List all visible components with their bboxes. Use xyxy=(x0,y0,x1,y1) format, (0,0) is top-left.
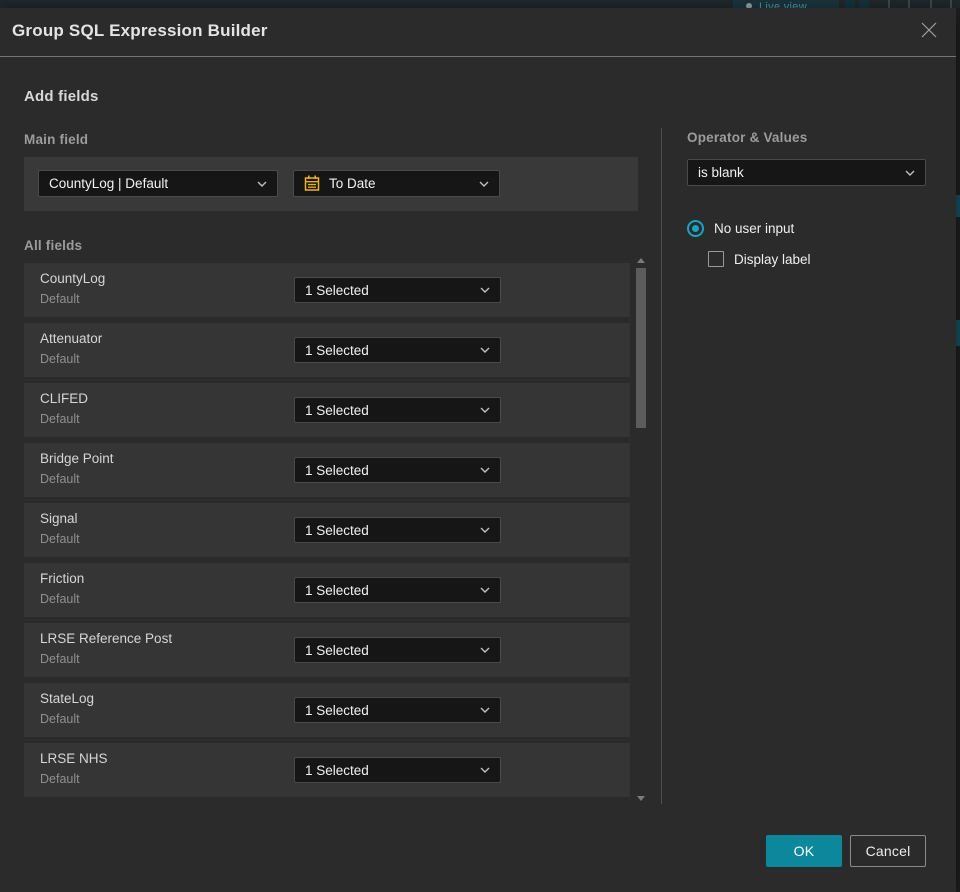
field-row: Signal Default 1 Selected xyxy=(24,503,630,557)
field-row: LRSE NHS Default 1 Selected xyxy=(24,743,630,797)
operator-values-heading: Operator & Values xyxy=(687,130,808,145)
date-type-select-value: To Date xyxy=(329,176,376,191)
chevron-down-icon xyxy=(480,707,490,713)
close-button[interactable] xyxy=(918,21,940,43)
field-selected-value: 1 Selected xyxy=(305,402,369,418)
date-type-select[interactable]: To Date xyxy=(293,170,500,197)
chevron-down-icon xyxy=(480,407,490,413)
field-row: Attenuator Default 1 Selected xyxy=(24,323,630,377)
field-selected-value: 1 Selected xyxy=(305,642,369,658)
field-subtitle: Default xyxy=(40,412,80,426)
chevron-down-icon xyxy=(480,587,490,593)
field-selected-value: 1 Selected xyxy=(305,582,369,598)
field-selected-value: 1 Selected xyxy=(305,522,369,538)
chevron-down-icon xyxy=(480,347,490,353)
field-row: CountyLog Default 1 Selected xyxy=(24,263,630,317)
field-subtitle: Default xyxy=(40,352,80,366)
dialog-title-bar: Group SQL Expression Builder xyxy=(0,8,956,57)
close-icon xyxy=(920,21,938,44)
no-user-input-label: No user input xyxy=(714,221,795,236)
field-name: CountyLog xyxy=(40,271,106,286)
live-view-button[interactable]: Live view xyxy=(733,0,839,8)
add-fields-heading: Add fields xyxy=(24,88,99,105)
field-selected-select[interactable]: 1 Selected xyxy=(294,697,501,723)
field-selected-value: 1 Selected xyxy=(305,762,369,778)
calendar-icon xyxy=(304,175,320,192)
operator-select[interactable]: is blank xyxy=(687,159,926,186)
field-subtitle: Default xyxy=(40,532,80,546)
chevron-down-icon xyxy=(480,767,490,773)
field-selected-select[interactable]: 1 Selected xyxy=(294,277,501,303)
field-name: Bridge Point xyxy=(40,451,114,466)
edge-fragment xyxy=(956,320,960,346)
chevron-down-icon xyxy=(479,181,489,187)
live-view-label: Live view xyxy=(759,1,807,8)
ok-button[interactable]: OK xyxy=(766,835,842,867)
edge-fragment xyxy=(956,195,960,217)
field-selected-value: 1 Selected xyxy=(305,702,369,718)
display-label-text: Display label xyxy=(734,251,811,267)
field-name: LRSE Reference Post xyxy=(40,631,173,646)
field-name: Attenuator xyxy=(40,331,103,346)
field-selected-select[interactable]: 1 Selected xyxy=(294,337,501,363)
field-selected-select[interactable]: 1 Selected xyxy=(294,457,501,483)
dialog-title: Group SQL Expression Builder xyxy=(12,21,268,40)
chevron-down-icon xyxy=(480,287,490,293)
operator-select-value: is blank xyxy=(698,165,744,180)
chevron-down-icon xyxy=(480,527,490,533)
toolbar-separator xyxy=(908,0,910,8)
cancel-button[interactable]: Cancel xyxy=(850,835,926,867)
screen: Live view Group SQL Expression Builder A… xyxy=(0,0,960,892)
field-row: LRSE Reference Post Default 1 Selected xyxy=(24,623,630,677)
field-name: LRSE NHS xyxy=(40,751,108,766)
field-subtitle: Default xyxy=(40,472,80,486)
scroll-down-button[interactable] xyxy=(635,794,647,802)
background-toolbar: Live view xyxy=(0,0,960,8)
scrollbar-thumb[interactable] xyxy=(636,268,646,428)
toolbar-separator xyxy=(930,0,932,8)
field-subtitle: Default xyxy=(40,292,80,306)
field-row: StateLog Default 1 Selected xyxy=(24,683,630,737)
field-row: CLIFED Default 1 Selected xyxy=(24,383,630,437)
field-selected-select[interactable]: 1 Selected xyxy=(294,517,501,543)
field-selected-value: 1 Selected xyxy=(305,282,369,298)
field-name: Signal xyxy=(40,511,78,526)
field-selected-value: 1 Selected xyxy=(305,462,369,478)
panel-divider xyxy=(661,128,662,804)
chevron-down-icon xyxy=(257,181,267,187)
chevron-down-icon xyxy=(480,467,490,473)
field-subtitle: Default xyxy=(40,712,80,726)
field-row: Friction Default 1 Selected xyxy=(24,563,630,617)
field-name: Friction xyxy=(40,571,85,586)
main-field-label: Main field xyxy=(24,132,89,147)
toolbar-fragment-icon xyxy=(845,0,855,8)
field-subtitle: Default xyxy=(40,592,80,606)
toolbar-separator xyxy=(950,0,952,8)
toolbar-separator xyxy=(888,0,890,8)
field-selected-select[interactable]: 1 Selected xyxy=(294,397,501,423)
chevron-down-icon xyxy=(480,647,490,653)
field-name: StateLog xyxy=(40,691,95,706)
field-subtitle: Default xyxy=(40,652,80,666)
field-selected-select[interactable]: 1 Selected xyxy=(294,577,501,603)
display-label-checkbox[interactable] xyxy=(708,251,724,267)
toolbar-fragment-icon xyxy=(859,0,869,8)
field-selected-select[interactable]: 1 Selected xyxy=(294,637,501,663)
group-sql-expression-builder-dialog: Group SQL Expression Builder Add fields … xyxy=(0,8,956,892)
scroll-up-button[interactable] xyxy=(635,256,647,264)
all-fields-label: All fields xyxy=(24,238,83,253)
no-user-input-radio[interactable] xyxy=(687,220,704,237)
main-field-select[interactable]: CountyLog | Default xyxy=(38,170,278,197)
no-user-input-option[interactable]: No user input xyxy=(687,220,794,237)
main-field-panel: CountyLog | Default To Date xyxy=(24,157,638,211)
background-app-edge xyxy=(956,8,960,892)
chevron-down-icon xyxy=(905,170,915,176)
main-field-select-value: CountyLog | Default xyxy=(49,176,169,191)
field-subtitle: Default xyxy=(40,772,80,786)
field-row: Bridge Point Default 1 Selected xyxy=(24,443,630,497)
field-selected-value: 1 Selected xyxy=(305,342,369,358)
field-name: CLIFED xyxy=(40,391,89,406)
field-selected-select[interactable]: 1 Selected xyxy=(294,757,501,783)
display-label-option[interactable]: Display label xyxy=(708,251,811,267)
